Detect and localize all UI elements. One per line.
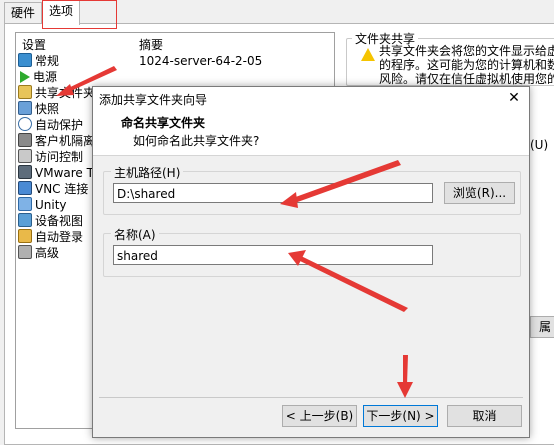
host-path-group: 主机路径(H) D:\shared 浏览(R)...	[103, 164, 521, 215]
dialog-separator	[99, 397, 523, 398]
wizard-subheading: 如何命名此共享文件夹?	[133, 134, 260, 148]
settings-item-vnc[interactable]: VNC 连接	[18, 181, 88, 197]
name-group: 名称(A) shared	[103, 226, 521, 277]
settings-item-label: 客户机隔离	[35, 134, 96, 148]
cancel-button[interactable]: 取消	[447, 405, 522, 427]
settings-item-general[interactable]: 常规	[18, 53, 59, 69]
settings-item-access-control[interactable]: 访问控制	[18, 149, 83, 165]
settings-item-device-view[interactable]: 设备视图	[18, 213, 83, 229]
settings-item-label: 快照	[35, 102, 60, 116]
settings-item-unity[interactable]: Unity	[18, 197, 67, 213]
settings-item-shared-folders[interactable]: 共享文件夹	[18, 85, 95, 101]
settings-item-snapshots[interactable]: 快照	[18, 101, 59, 117]
warning-icon	[361, 48, 375, 61]
host-path-input[interactable]: D:\shared	[113, 183, 433, 203]
settings-item-autologin[interactable]: 自动登录	[18, 229, 83, 245]
dialog-titlebar: 添加共享文件夹向导 ✕	[93, 87, 529, 109]
snapshot-icon	[18, 101, 32, 115]
clock-icon	[18, 117, 32, 131]
warning-line: 共享文件夹会将您的文件显示给虚拟机	[379, 44, 554, 58]
settings-item-label: VNC 连接	[35, 182, 89, 196]
autologin-icon	[18, 229, 32, 243]
warning-line: 的程序。这可能为您的计算机和数据	[379, 58, 554, 72]
settings-item-label: 自动登录	[35, 230, 84, 244]
summary-header: 摘要	[139, 38, 164, 52]
close-icon[interactable]: ✕	[505, 89, 523, 107]
vmware-icon	[18, 165, 32, 179]
unity-icon	[18, 197, 32, 211]
device-view-icon	[18, 213, 32, 227]
browse-button[interactable]: 浏览(R)...	[444, 182, 515, 204]
settings-item-isolation[interactable]: 客户机隔离	[18, 133, 95, 149]
warning-line: 风险。请仅在信任虚拟机使用您的数	[379, 72, 554, 86]
settings-item-label: 自动保护	[35, 118, 84, 132]
next-button[interactable]: 下一步(N) >	[363, 405, 438, 427]
back-button[interactable]: < 上一步(B)	[282, 405, 357, 427]
settings-header: 设置	[22, 38, 47, 52]
shared-folder-icon	[18, 85, 32, 99]
settings-item-label: 常规	[35, 54, 60, 68]
warning-text: 共享文件夹会将您的文件显示给虚拟机 的程序。这可能为您的计算机和数据 风险。请仅…	[379, 44, 554, 86]
tab-hardware[interactable]: 硬件	[4, 2, 43, 23]
name-input[interactable]: shared	[113, 245, 433, 265]
settings-item-power[interactable]: 电源	[18, 69, 57, 85]
host-path-label: 主机路径(H)	[111, 164, 184, 181]
settings-item-label: 高级	[35, 246, 60, 260]
settings-item-label: 访问控制	[35, 150, 84, 164]
isolation-icon	[18, 133, 32, 147]
access-icon	[18, 149, 32, 163]
properties-button-label: 属	[538, 320, 551, 334]
tab-options-label: 选项	[49, 4, 74, 18]
wizard-header: 命名共享文件夹 如何命名此共享文件夹?	[93, 109, 529, 156]
vnc-icon	[18, 181, 32, 195]
advanced-icon	[18, 245, 32, 259]
wizard-heading: 命名共享文件夹	[121, 116, 206, 130]
partial-option-label: (U)	[530, 138, 549, 152]
settings-item-label: Unity	[35, 198, 67, 212]
dialog-title: 添加共享文件夹向导	[99, 93, 208, 107]
tab-hardware-label: 硬件	[11, 6, 36, 20]
add-shared-folder-wizard: 添加共享文件夹向导 ✕ 命名共享文件夹 如何命名此共享文件夹? 主机路径(H) …	[92, 86, 530, 438]
settings-item-label: 电源	[33, 70, 58, 84]
settings-item-autoprotect[interactable]: 自动保护	[18, 117, 83, 133]
settings-item-label: 设备视图	[35, 214, 84, 228]
properties-button[interactable]: 属	[530, 316, 554, 338]
name-label: 名称(A)	[111, 226, 159, 243]
settings-item-advanced[interactable]: 高级	[18, 245, 59, 261]
tab-options[interactable]: 选项	[42, 0, 81, 25]
settings-item-label: 共享文件夹	[35, 86, 96, 100]
monitor-icon	[18, 53, 32, 67]
settings-item-summary: 1024-server-64-2-05	[139, 54, 263, 68]
play-icon	[20, 71, 30, 83]
